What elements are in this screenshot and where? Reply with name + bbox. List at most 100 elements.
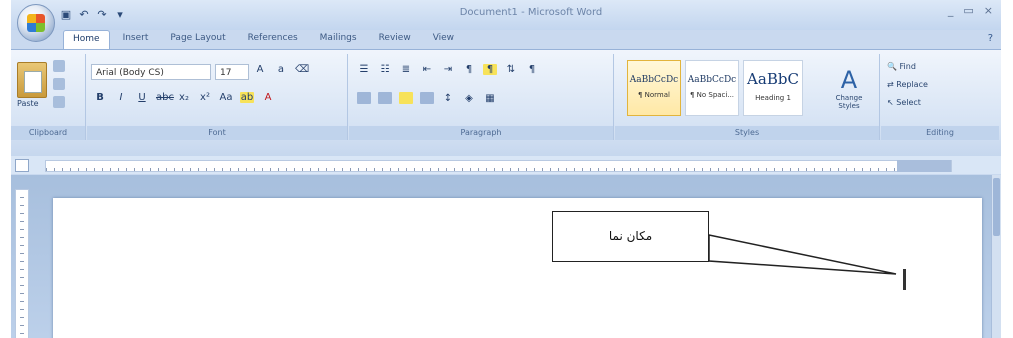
style-normal-name: ¶ Normal: [637, 91, 670, 99]
align-center-icon[interactable]: [378, 92, 392, 104]
replace-button[interactable]: ⇄ Replace: [887, 80, 928, 89]
ltr-icon[interactable]: ¶: [483, 64, 497, 75]
clear-format-icon[interactable]: ⌫: [295, 64, 309, 75]
text-cursor: [903, 269, 906, 290]
paragraph-group: ☰ ☷ ≣ ⇤ ⇥ ¶ ¶ ⇅ ¶ ↕ ◈ ▦ Paragraph: [349, 54, 614, 140]
highlight-icon[interactable]: ab: [240, 92, 254, 103]
horizontal-ruler: [11, 156, 1001, 174]
ribbon-tabs: Home Insert Page Layout References Maili…: [63, 30, 463, 50]
change-case-icon[interactable]: Aa: [219, 92, 233, 103]
tab-view[interactable]: View: [424, 30, 463, 50]
superscript-icon[interactable]: x²: [198, 92, 212, 103]
font-group-label: Font: [87, 126, 347, 140]
ruler-margin-right: [897, 160, 951, 172]
help-icon[interactable]: ?: [988, 33, 993, 44]
font-row-2: B I U abc x₂ x² Aa ab A: [93, 92, 275, 103]
borders-icon[interactable]: ▦: [483, 93, 497, 104]
tab-selector[interactable]: [15, 159, 29, 172]
font-row-1: A a ⌫: [253, 64, 310, 75]
quick-access-toolbar: ▣ ↶ ↷ ▾: [59, 6, 127, 24]
rtl-icon[interactable]: ¶: [462, 64, 476, 75]
redo-icon[interactable]: ↷: [95, 8, 109, 22]
cut-icon[interactable]: [53, 60, 65, 72]
format-painter-icon[interactable]: [53, 96, 65, 108]
title-bar: ▣ ↶ ↷ ▾ Document1 - Microsoft Word _ ▭ ×: [11, 0, 1001, 30]
align-left-icon[interactable]: [357, 92, 371, 104]
clipboard-small-icons: [53, 60, 73, 114]
line-spacing-icon[interactable]: ↕: [441, 93, 455, 104]
strikethrough-icon[interactable]: abc: [156, 92, 174, 103]
paste-label: Paste: [17, 99, 39, 108]
style-no-spacing[interactable]: AaBbCcDc ¶ No Spaci...: [685, 60, 739, 116]
clipboard-group-label: Clipboard: [11, 126, 85, 140]
style-normal[interactable]: AaBbCcDc ¶ Normal: [627, 60, 681, 116]
replace-label: Replace: [896, 80, 928, 89]
sort-icon[interactable]: ⇅: [504, 64, 518, 75]
bullets-icon[interactable]: ☰: [357, 64, 371, 75]
editing-group: 🔍 Find ⇄ Replace ↖ Select Editing: [881, 54, 999, 140]
style-normal-preview: AaBbCcDc: [629, 75, 679, 85]
tab-mailings[interactable]: Mailings: [311, 30, 366, 50]
font-group: Arial (Body CS) 17 A a ⌫ B I U abc x₂ x²…: [87, 54, 348, 140]
paragraph-row-2: ↕ ◈ ▦: [357, 92, 497, 104]
style-heading-1-name: Heading 1: [755, 94, 791, 102]
tab-page-layout[interactable]: Page Layout: [161, 30, 234, 50]
find-button[interactable]: 🔍 Find: [887, 62, 916, 71]
find-label: Find: [899, 62, 916, 71]
close-button[interactable]: ×: [984, 4, 993, 17]
font-name-box[interactable]: Arial (Body CS): [91, 64, 211, 80]
style-no-spacing-name: ¶ No Spaci...: [689, 91, 735, 99]
numbering-icon[interactable]: ☷: [378, 64, 392, 75]
tab-review[interactable]: Review: [370, 30, 420, 50]
clipboard-group: Paste Clipboard: [11, 54, 86, 140]
justify-icon[interactable]: [420, 92, 434, 104]
select-label: Select: [896, 98, 921, 107]
minimize-button[interactable]: _: [948, 4, 954, 17]
window-title: Document1 - Microsoft Word: [459, 7, 603, 18]
paste-button[interactable]: [17, 62, 47, 98]
change-styles-icon: A: [840, 66, 858, 94]
grow-font-icon[interactable]: A: [253, 64, 267, 75]
undo-icon[interactable]: ↶: [77, 8, 91, 22]
vertical-scrollbar[interactable]: [991, 175, 1001, 338]
scrollbar-thumb[interactable]: [993, 178, 1000, 236]
decrease-indent-icon[interactable]: ⇤: [420, 64, 434, 75]
show-marks-icon[interactable]: ¶: [525, 64, 539, 75]
document-page[interactable]: [53, 198, 982, 338]
vertical-ruler: [15, 189, 29, 338]
align-right-icon[interactable]: [399, 92, 413, 104]
ribbon: Paste Clipboard Arial (Body CS) 17 A a ⌫…: [11, 49, 1001, 156]
style-no-spacing-preview: AaBbCcDc: [687, 75, 737, 85]
tab-insert[interactable]: Insert: [114, 30, 158, 50]
style-heading-1-preview: AaBbC: [747, 70, 799, 88]
style-heading-1[interactable]: AaBbC Heading 1: [743, 60, 803, 116]
shrink-font-icon[interactable]: a: [274, 64, 288, 75]
paragraph-group-label: Paragraph: [349, 126, 613, 140]
subscript-icon[interactable]: x₂: [177, 92, 191, 103]
save-icon[interactable]: ▣: [59, 8, 73, 22]
change-styles-button[interactable]: A Change Styles: [829, 66, 869, 110]
editing-group-label: Editing: [881, 126, 999, 140]
bold-icon[interactable]: B: [93, 92, 107, 103]
tab-home[interactable]: Home: [63, 30, 110, 50]
shading-icon[interactable]: ◈: [462, 93, 476, 104]
ruler-strip[interactable]: [45, 160, 952, 172]
styles-group-label: Styles: [615, 126, 879, 140]
customize-icon[interactable]: ▾: [113, 8, 127, 22]
multilevel-list-icon[interactable]: ≣: [399, 64, 413, 75]
office-button[interactable]: [17, 4, 55, 42]
underline-icon[interactable]: U: [135, 92, 149, 103]
tab-references[interactable]: References: [239, 30, 307, 50]
word-window: ▣ ↶ ↷ ▾ Document1 - Microsoft Word _ ▭ ×…: [11, 0, 1001, 338]
font-size-box[interactable]: 17: [215, 64, 249, 80]
italic-icon[interactable]: I: [114, 92, 128, 103]
select-button[interactable]: ↖ Select: [887, 98, 921, 107]
cursor-callout: مکان نما: [552, 211, 709, 262]
window-controls: _ ▭ ×: [948, 4, 993, 17]
office-logo-icon: [27, 14, 45, 32]
paragraph-row-1: ☰ ☷ ≣ ⇤ ⇥ ¶ ¶ ⇅ ¶: [357, 64, 539, 75]
maximize-button[interactable]: ▭: [963, 4, 973, 17]
increase-indent-icon[interactable]: ⇥: [441, 64, 455, 75]
font-color-icon[interactable]: A: [261, 92, 275, 103]
copy-icon[interactable]: [53, 78, 65, 90]
